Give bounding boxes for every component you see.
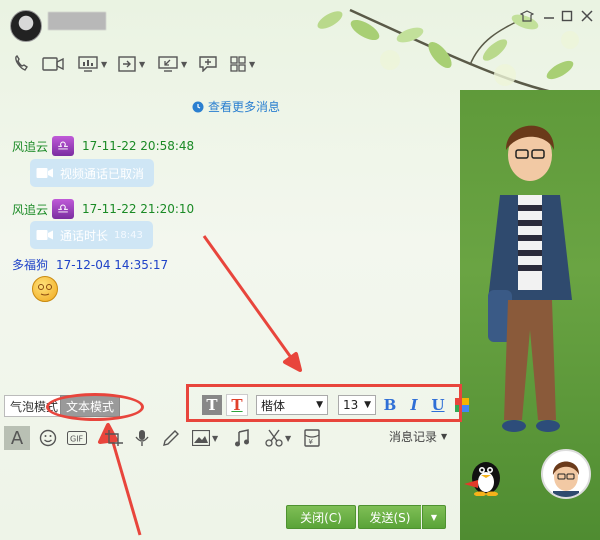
chevron-down-icon: ▼	[441, 432, 448, 441]
svg-text:GIF: GIF	[70, 435, 84, 444]
annotation-arrows	[98, 235, 302, 536]
message-history-label: 消息记录	[389, 430, 438, 444]
image-icon[interactable]: ▼	[192, 428, 218, 448]
chat-window: ▼ ▼ ▼ ▼ 查看更多消息 风追云 ♎ 17-11-22 20:58:48 视…	[0, 0, 600, 540]
emoji-icon[interactable]	[39, 428, 57, 448]
font-style-icon[interactable]: A	[4, 426, 30, 450]
gif-icon[interactable]: GIF	[67, 428, 87, 448]
music-icon[interactable]	[234, 428, 250, 448]
scissors-icon[interactable]: ▼	[265, 428, 291, 448]
send-options-button[interactable]: ▼	[422, 505, 446, 529]
peer-avatar[interactable]	[541, 449, 591, 499]
red-packet-icon[interactable]: ¥	[304, 428, 320, 448]
microphone-icon[interactable]	[134, 428, 150, 448]
close-button[interactable]: 关闭(C)	[286, 505, 356, 529]
pen-icon[interactable]	[162, 428, 180, 448]
chevron-down-icon[interactable]: ▼	[212, 434, 218, 443]
chevron-down-icon[interactable]: ▼	[285, 434, 291, 443]
send-button[interactable]: 发送(S)	[358, 505, 421, 529]
screenshot-icon[interactable]	[104, 428, 124, 448]
svg-text:¥: ¥	[309, 438, 314, 446]
chevron-down-icon: ▼	[430, 512, 438, 522]
penguin-mascot-icon[interactable]	[462, 456, 506, 496]
message-history-button[interactable]: 消息记录 ▼	[389, 428, 447, 445]
